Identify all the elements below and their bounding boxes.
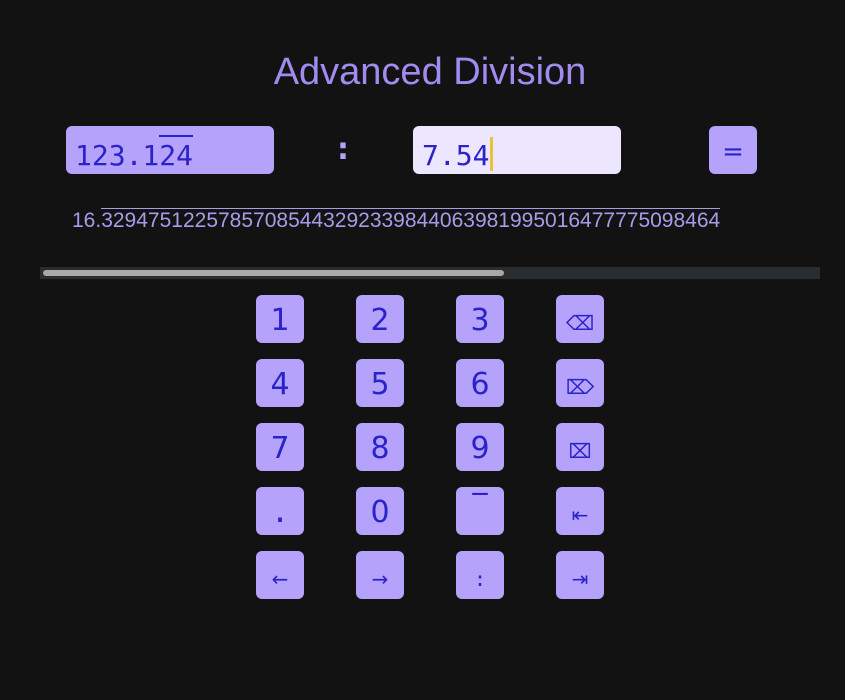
key-backspace-icon[interactable]: ⌫ <box>556 295 604 343</box>
result-output: 16.3294751225785708544329233984406398199… <box>72 205 820 237</box>
result-prefix: 16. <box>72 209 102 232</box>
key-end-icon[interactable]: ⇥ <box>556 551 604 599</box>
dividend-repeating-digits: 24 <box>159 126 193 174</box>
page-title: Advanced Division <box>273 51 587 93</box>
scrollbar-thumb[interactable] <box>43 270 504 276</box>
dividend-field[interactable]: 123.124 <box>66 126 274 174</box>
key-8[interactable]: 8 <box>356 423 404 471</box>
keypad: 1 2 3 ⌫ 4 5 6 ⌦ 7 8 9 ⌧ . 0 ‾ ⇤ ← → : ⇥ <box>256 295 604 599</box>
key-2[interactable]: 2 <box>356 295 404 343</box>
division-operator: : <box>337 132 349 167</box>
divisor-field[interactable]: 7.54 <box>413 126 621 174</box>
key-7[interactable]: 7 <box>256 423 304 471</box>
key-right-arrow-icon[interactable]: → <box>356 551 404 599</box>
key-9[interactable]: 9 <box>456 423 504 471</box>
result-scrollbar[interactable] <box>40 267 820 279</box>
key-4[interactable]: 4 <box>256 359 304 407</box>
key-clear-icon[interactable]: ⌧ <box>556 423 604 471</box>
key-delete-forward-icon[interactable]: ⌦ <box>556 359 604 407</box>
dividend-nonrepeating: 123.1 <box>75 139 160 172</box>
equals-button[interactable]: = <box>709 126 757 174</box>
key-3[interactable]: 3 <box>456 295 504 343</box>
text-caret <box>490 137 494 171</box>
key-5[interactable]: 5 <box>356 359 404 407</box>
key-0[interactable]: 0 <box>356 487 404 535</box>
divisor-value: 7.54 <box>422 139 490 172</box>
key-1[interactable]: 1 <box>256 295 304 343</box>
key-left-arrow-icon[interactable]: ← <box>256 551 304 599</box>
key-decimal-point[interactable]: . <box>256 487 304 535</box>
key-home-icon[interactable]: ⇤ <box>556 487 604 535</box>
result-repeating-digits: 3294751225785708544329233984406398199501… <box>101 208 721 232</box>
key-repeat-overline[interactable]: ‾ <box>456 487 504 535</box>
key-6[interactable]: 6 <box>456 359 504 407</box>
key-colon[interactable]: : <box>456 551 504 599</box>
